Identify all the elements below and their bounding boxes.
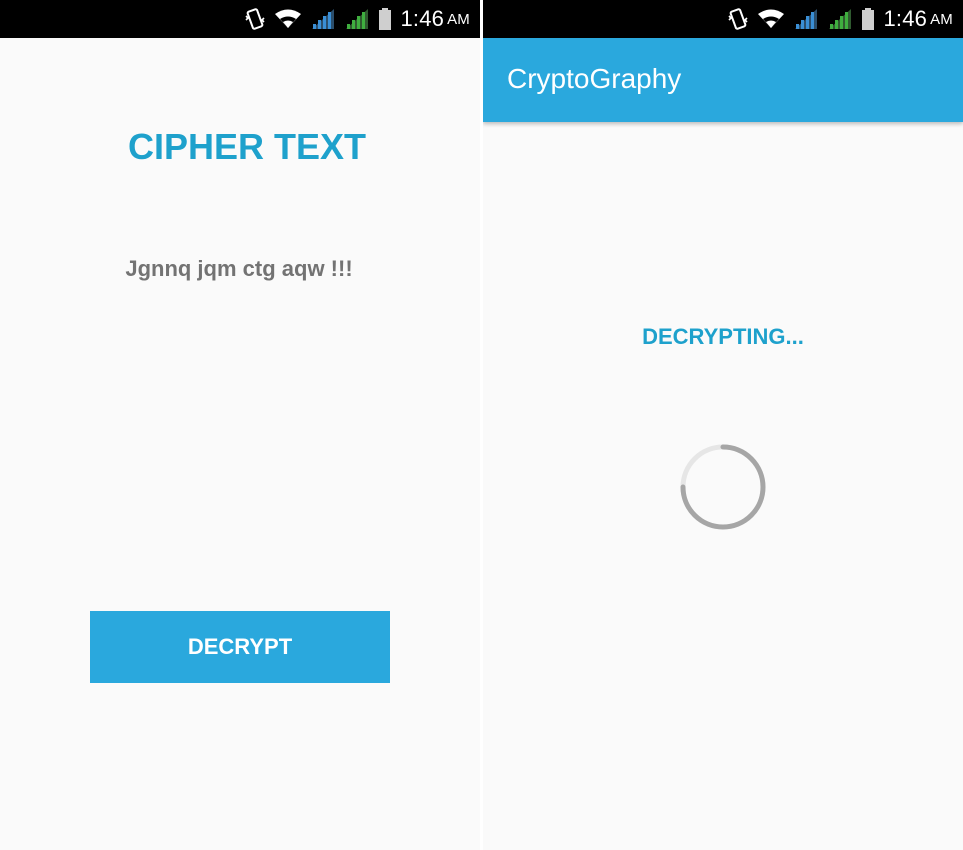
status-clock: 1:46 AM bbox=[400, 6, 470, 32]
cipher-title: CIPHER TEXT bbox=[127, 126, 367, 167]
app-title: CryptoGraphy bbox=[507, 63, 682, 94]
cipher-screen: 1:46 AM CIPHER TEXT Jgnnq jqm ctg aqw !!!… bbox=[0, 0, 480, 850]
wifi-icon bbox=[274, 8, 302, 30]
clock-ampm: AM bbox=[930, 10, 953, 28]
signal-sim1-icon bbox=[793, 8, 819, 30]
wifi-icon bbox=[757, 8, 785, 30]
decrypt-button[interactable]: DECRYPT bbox=[90, 611, 390, 683]
status-icons: 1:46 AM bbox=[719, 5, 953, 33]
clock-ampm: AM bbox=[447, 10, 470, 28]
cipher-text-value: Jgnnq jqm ctg aqw !!! bbox=[125, 256, 353, 281]
status-bar: 1:46 AM bbox=[0, 0, 480, 38]
signal-sim2-icon bbox=[827, 8, 853, 30]
decrypting-status-text: DECRYPTING... bbox=[642, 324, 804, 349]
status-clock: 1:46 AM bbox=[883, 6, 953, 32]
decrypting-screen: 1:46 AM CryptoGraphy DECRYPTING... bbox=[483, 0, 963, 850]
battery-icon bbox=[861, 7, 875, 31]
battery-icon bbox=[378, 7, 392, 31]
vibrate-icon bbox=[727, 7, 749, 31]
status-bar: 1:46 AM bbox=[483, 0, 963, 38]
clock-time: 1:46 bbox=[883, 6, 928, 31]
progress-spinner-icon bbox=[678, 442, 768, 532]
signal-sim2-icon bbox=[344, 8, 370, 30]
vibrate-icon bbox=[244, 7, 266, 31]
signal-sim1-icon bbox=[310, 8, 336, 30]
app-bar: CryptoGraphy bbox=[483, 38, 963, 122]
clock-time: 1:46 bbox=[400, 6, 445, 31]
status-icons: 1:46 AM bbox=[236, 5, 470, 33]
